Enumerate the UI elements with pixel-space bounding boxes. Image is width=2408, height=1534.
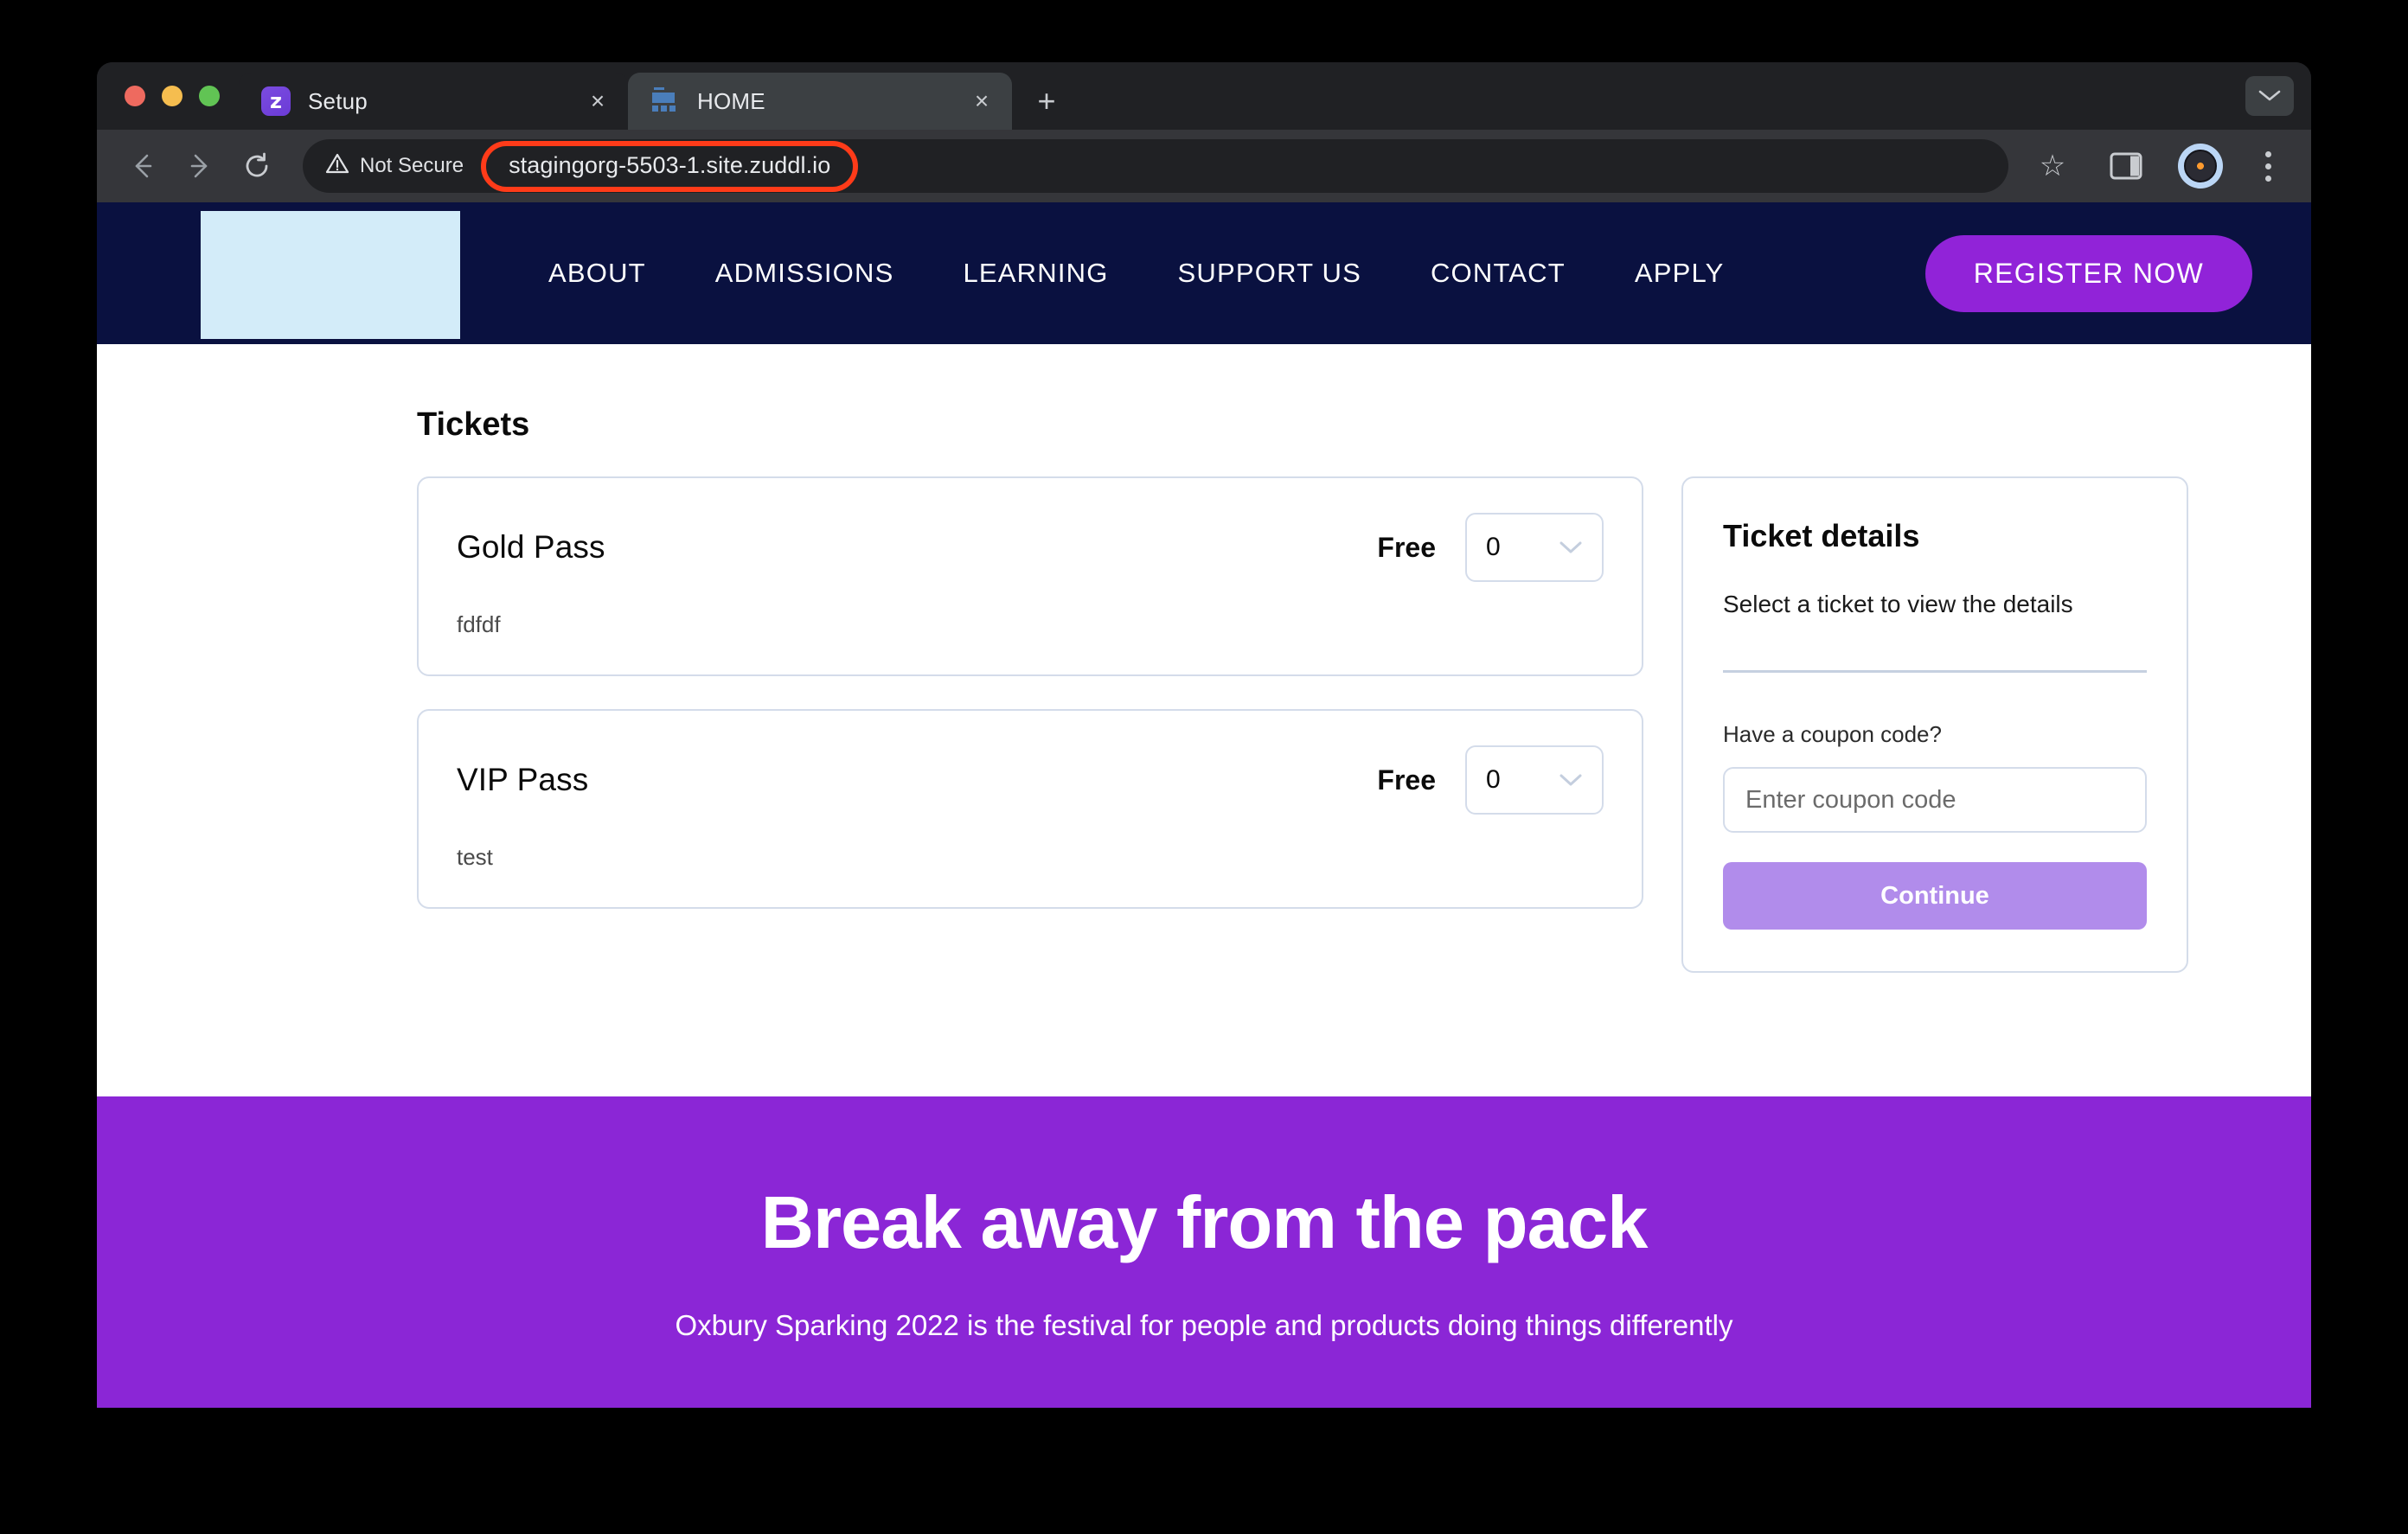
continue-button[interactable]: Continue	[1723, 862, 2147, 930]
coupon-input[interactable]	[1723, 767, 2147, 833]
ticket-card-vip-pass[interactable]: VIP Pass Free 0 test	[417, 709, 1643, 909]
ticket-layout: Gold Pass Free 0 fdfdf	[417, 476, 2311, 973]
new-tab-button[interactable]: +	[1024, 79, 1069, 124]
ticket-row: Gold Pass Free 0	[457, 513, 1604, 582]
hero-section: Break away from the pack Oxbury Sparking…	[97, 1096, 2311, 1408]
ticket-name: VIP Pass	[457, 762, 1377, 798]
address-bar[interactable]: Not Secure stagingorg-5503-1.site.zuddl.…	[303, 139, 2008, 193]
forward-icon[interactable]	[173, 139, 227, 193]
page-viewport: ABOUT ADMISSIONS LEARNING SUPPORT US CON…	[97, 202, 2311, 1408]
ticket-description: fdfdf	[457, 611, 1604, 638]
ticket-details-panel: Ticket details Select a ticket to view t…	[1681, 476, 2188, 973]
ticket-quantity-value: 0	[1486, 765, 1559, 795]
not-secure-label: Not Secure	[360, 154, 464, 178]
chevron-down-icon[interactable]	[2245, 76, 2294, 116]
url-highlight-box: stagingorg-5503-1.site.zuddl.io	[481, 141, 858, 192]
ticket-quantity-select[interactable]: 0	[1465, 745, 1604, 815]
site-navbar: ABOUT ADMISSIONS LEARNING SUPPORT US CON…	[97, 202, 2311, 344]
ticket-name: Gold Pass	[457, 529, 1377, 566]
browser-window: z Setup × HOME × +	[97, 62, 2311, 1408]
ticket-quantity-select[interactable]: 0	[1465, 513, 1604, 582]
ticket-card-gold-pass[interactable]: Gold Pass Free 0 fdfdf	[417, 476, 1643, 676]
chevron-down-icon	[1559, 772, 1583, 788]
ticket-row: VIP Pass Free 0	[457, 745, 1604, 815]
nav-link-learning[interactable]: LEARNING	[928, 258, 1143, 289]
nav-link-about[interactable]: ABOUT	[514, 258, 681, 289]
ticket-details-title: Ticket details	[1723, 518, 2147, 554]
side-panel-icon[interactable]	[2102, 142, 2150, 190]
gallery-grid-icon	[650, 86, 680, 116]
panel-divider	[1723, 670, 2147, 673]
window-traffic-lights	[112, 62, 239, 130]
ticket-description: test	[457, 844, 1604, 871]
chrome-menu-icon[interactable]	[2244, 142, 2292, 190]
profile-avatar[interactable]	[2178, 144, 2223, 189]
reload-icon[interactable]	[230, 139, 284, 193]
bookmark-star-icon[interactable]: ☆	[2026, 139, 2079, 193]
avatar-image	[2184, 150, 2217, 182]
ticket-price: Free	[1377, 764, 1436, 796]
hero-subtitle: Oxbury Sparking 2022 is the festival for…	[97, 1309, 2311, 1342]
browser-tab-setup[interactable]: z Setup ×	[239, 73, 628, 130]
close-window-button[interactable]	[125, 86, 145, 106]
back-icon[interactable]	[116, 139, 170, 193]
tab-title: Setup	[308, 88, 581, 115]
ticket-details-subtitle: Select a ticket to view the details	[1723, 591, 2147, 618]
ticket-price: Free	[1377, 532, 1436, 564]
coupon-label: Have a coupon code?	[1723, 721, 2147, 748]
browser-toolbar: Not Secure stagingorg-5503-1.site.zuddl.…	[97, 130, 2311, 202]
minimize-window-button[interactable]	[162, 86, 183, 106]
tickets-content-area: Tickets Gold Pass Free 0	[97, 344, 2311, 1096]
warning-triangle-icon	[325, 152, 349, 181]
nav-link-support-us[interactable]: SUPPORT US	[1143, 258, 1396, 289]
tab-strip: z Setup × HOME × +	[97, 62, 2311, 130]
maximize-window-button[interactable]	[199, 86, 220, 106]
site-logo[interactable]	[201, 211, 460, 339]
browser-tab-home[interactable]: HOME ×	[628, 73, 1012, 130]
chevron-down-icon	[1559, 540, 1583, 555]
site-nav-links: ABOUT ADMISSIONS LEARNING SUPPORT US CON…	[514, 258, 1759, 289]
ticket-quantity-value: 0	[1486, 533, 1559, 562]
close-icon[interactable]: ×	[965, 85, 998, 118]
hero-title: Break away from the pack	[97, 1181, 2311, 1266]
zuddl-z-icon: z	[261, 86, 291, 116]
tab-title: HOME	[697, 88, 965, 115]
nav-link-contact[interactable]: CONTACT	[1396, 258, 1600, 289]
close-icon[interactable]: ×	[581, 85, 614, 118]
register-now-button[interactable]: REGISTER NOW	[1925, 235, 2252, 312]
nav-link-apply[interactable]: APPLY	[1600, 258, 1759, 289]
not-secure-badge[interactable]: Not Secure	[325, 152, 464, 181]
nav-link-admissions[interactable]: ADMISSIONS	[681, 258, 929, 289]
ticket-list: Gold Pass Free 0 fdfdf	[417, 476, 1643, 942]
url-text[interactable]: stagingorg-5503-1.site.zuddl.io	[509, 152, 830, 179]
page-title: Tickets	[417, 406, 2311, 444]
